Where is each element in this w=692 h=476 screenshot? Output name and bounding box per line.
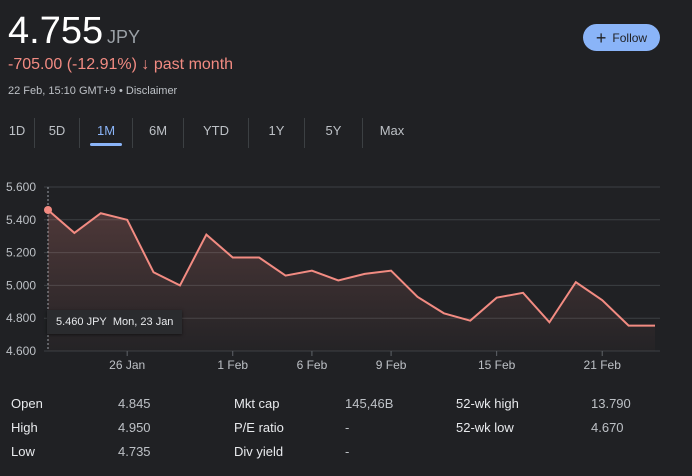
range-tabs: 1D 5D 1M 6M YTD 1Y 5Y Max: [0, 118, 421, 148]
tab-1y[interactable]: 1Y: [248, 118, 304, 148]
tab-max[interactable]: Max: [362, 118, 421, 148]
stat-label: Div yield: [234, 444, 284, 459]
price-change: -705.00 (-12.91%) ↓ past month: [8, 56, 233, 74]
change-value: -705.00 (-12.91%): [8, 56, 137, 73]
y-tick-label: 5.600: [6, 180, 36, 194]
tab-1m[interactable]: 1M: [79, 118, 132, 148]
tooltip-value: 5.460 JPY: [56, 316, 107, 328]
tab-5d[interactable]: 5D: [34, 118, 79, 148]
stat-label: Mkt cap: [234, 396, 280, 411]
tab-6m[interactable]: 6M: [132, 118, 183, 148]
x-tick-label: 21 Feb: [584, 358, 622, 372]
tab-ytd[interactable]: YTD: [183, 118, 248, 148]
stat-value: -: [345, 420, 350, 435]
currency-label: JPY: [107, 27, 141, 47]
stat-value: -: [345, 444, 350, 459]
y-tick-label: 4.800: [6, 311, 36, 325]
chart-tooltip: 5.460 JPY Mon, 23 Jan: [47, 310, 183, 334]
stat-label: High: [11, 420, 38, 435]
hover-point: [44, 205, 52, 214]
x-tick-label: 15 Feb: [478, 358, 516, 372]
plus-icon: +: [595, 27, 607, 48]
arrow-down-icon: ↓: [141, 56, 150, 73]
y-tick-label: 4.600: [6, 344, 36, 358]
y-tick-label: 5.400: [6, 213, 36, 227]
x-tick-label: 1 Feb: [217, 358, 248, 372]
change-period: past month: [153, 56, 234, 73]
stat-label: Open: [11, 396, 43, 411]
tab-5y[interactable]: 5Y: [304, 118, 362, 148]
x-tick-label: 26 Jan: [109, 358, 145, 372]
stat-label: P/E ratio: [234, 420, 284, 435]
stat-label: 52-wk low: [456, 420, 514, 435]
x-tick-label: 9 Feb: [376, 358, 407, 372]
y-tick-label: 5.000: [6, 278, 36, 292]
tooltip-date: Mon, 23 Jan: [112, 316, 174, 328]
stat-value: 4.735: [118, 444, 151, 459]
price-chart[interactable]: 4.600 4.800 5.000 5.200 5.400 5.600 26 Jan 1 Fe…: [0, 170, 692, 380]
stat-label: 52-wk high: [456, 396, 519, 411]
stat-value: 4.845: [118, 396, 151, 411]
x-tick-label: 6 Feb: [297, 358, 328, 372]
y-tick-label: 5.200: [6, 246, 36, 260]
stat-value: 145,46B: [345, 396, 394, 411]
stat-value: 4.950: [118, 420, 151, 435]
stat-value: 4.670: [591, 420, 624, 435]
follow-label: Follow: [612, 30, 648, 45]
tab-1d[interactable]: 1D: [0, 118, 34, 148]
follow-button[interactable]: + Follow: [583, 24, 660, 51]
current-price: 4.755: [8, 10, 104, 52]
stat-value: 13.790: [591, 396, 631, 411]
timestamp-disclaimer[interactable]: 22 Feb, 15:10 GMT+9 • Disclaimer: [8, 85, 177, 97]
stat-label: Low: [11, 444, 35, 459]
